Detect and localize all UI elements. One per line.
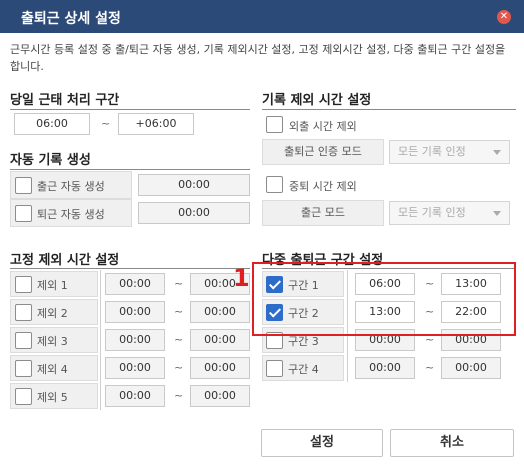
record-exclude-title: 기록 제외 시간 설정	[262, 93, 372, 108]
fixed-exclude-3-checkbox[interactable]	[15, 332, 32, 349]
fixed-exclude-1-label: 제외 1	[37, 279, 68, 292]
clock-in-mode-label: 출근 모드	[262, 200, 384, 226]
multi-range-row-4: 구간 4	[262, 355, 344, 381]
fixed-exclude-5-end[interactable]: 00:00	[190, 385, 250, 407]
fixed-exclude-4-end[interactable]: 00:00	[190, 357, 250, 379]
tilde-separator: ~	[174, 389, 184, 402]
fixed-exclude-4-checkbox[interactable]	[15, 360, 32, 377]
outing-exclude-checkbox[interactable]	[266, 116, 283, 133]
fixed-exclude-2-label: 제외 2	[37, 307, 68, 320]
chevron-down-icon	[493, 211, 501, 216]
fixed-exclude-3-start[interactable]: 00:00	[105, 329, 165, 351]
fixed-exclude-1-start[interactable]: 00:00	[105, 273, 165, 295]
auto-clock-in-time[interactable]: 00:00	[138, 174, 250, 196]
fixed-exclude-2-end[interactable]: 00:00	[190, 301, 250, 323]
auto-clock-in-label: 출근 자동 생성	[37, 180, 105, 193]
fixed-exclude-5-checkbox[interactable]	[15, 388, 32, 405]
cancel-button[interactable]: 취소	[390, 429, 514, 457]
tilde-separator: ~	[174, 333, 184, 346]
section-divider	[10, 268, 250, 269]
fixed-exclude-row-2: 제외 2	[10, 299, 98, 325]
auto-clock-out-checkbox[interactable]	[15, 205, 32, 222]
fixed-exclude-5-label: 제외 5	[37, 391, 68, 404]
auto-clock-in-checkbox[interactable]	[15, 177, 32, 194]
fixed-exclude-title: 고정 제외 시간 설정	[10, 253, 120, 268]
day-range-end-input[interactable]: +06:00	[118, 113, 194, 135]
multi-range-4-checkbox[interactable]	[266, 360, 283, 377]
auto-clock-out-time[interactable]: 00:00	[138, 202, 250, 224]
fixed-exclude-2-start[interactable]: 00:00	[105, 301, 165, 323]
fixed-exclude-4-label: 제외 4	[37, 363, 68, 376]
section-divider	[10, 109, 250, 110]
clock-in-mode-value: 모든 기록 인정	[398, 206, 466, 219]
fixed-exclude-2-checkbox[interactable]	[15, 304, 32, 321]
title-bar: 출퇴근 상세 설정 ✕	[0, 0, 524, 33]
annotation-marker: 1	[233, 264, 250, 292]
auth-mode-select[interactable]: 모든 기록 인정	[389, 140, 510, 164]
tilde-separator: ~	[101, 117, 111, 130]
fixed-exclude-4-start[interactable]: 00:00	[105, 357, 165, 379]
multi-range-4-end[interactable]: 00:00	[441, 357, 501, 379]
section-divider	[262, 109, 516, 110]
save-button[interactable]: 설정	[261, 429, 383, 457]
mid-leave-exclude-checkbox[interactable]	[266, 176, 283, 193]
chevron-down-icon	[493, 150, 501, 155]
description-text: 근무시간 등록 설정 중 출/퇴근 자동 생성, 기록 제외시간 설정, 고정 …	[10, 43, 506, 73]
multi-range-4-label: 구간 4	[288, 363, 319, 376]
close-icon[interactable]: ✕	[497, 10, 511, 24]
outing-exclude-label: 외출 시간 제외	[289, 120, 357, 133]
fixed-exclude-3-end[interactable]: 00:00	[190, 329, 250, 351]
auth-mode-label: 출퇴근 인증 모드	[262, 139, 384, 165]
mid-leave-exclude-label: 중퇴 시간 제외	[289, 180, 357, 193]
day-range-start-input[interactable]: 06:00	[14, 113, 90, 135]
fixed-exclude-1-checkbox[interactable]	[15, 276, 32, 293]
fixed-exclude-3-label: 제외 3	[37, 335, 68, 348]
clock-in-mode-select[interactable]: 모든 기록 인정	[389, 201, 510, 225]
fixed-exclude-row-4: 제외 4	[10, 355, 98, 381]
day-range-title: 당일 근태 처리 구간	[10, 93, 120, 108]
tilde-separator: ~	[174, 361, 184, 374]
column-divider	[100, 270, 101, 410]
fixed-exclude-row-5: 제외 5	[10, 383, 98, 409]
fixed-exclude-row-1: 제외 1	[10, 271, 98, 297]
highlight-annotation-box	[252, 262, 516, 336]
auto-clock-in-row: 출근 자동 생성	[10, 171, 132, 199]
fixed-exclude-5-start[interactable]: 00:00	[105, 385, 165, 407]
auto-clock-out-row: 퇴근 자동 생성	[10, 199, 132, 227]
tilde-separator: ~	[425, 361, 435, 374]
auto-record-title: 자동 기록 생성	[10, 153, 91, 168]
auth-mode-value: 모든 기록 인정	[398, 145, 466, 158]
tilde-separator: ~	[174, 305, 184, 318]
tilde-separator: ~	[174, 277, 184, 290]
fixed-exclude-row-3: 제외 3	[10, 327, 98, 353]
auto-clock-out-label: 퇴근 자동 생성	[37, 208, 105, 221]
window-title: 출퇴근 상세 설정	[21, 11, 121, 27]
multi-range-4-start[interactable]: 00:00	[355, 357, 415, 379]
section-divider	[10, 169, 250, 170]
